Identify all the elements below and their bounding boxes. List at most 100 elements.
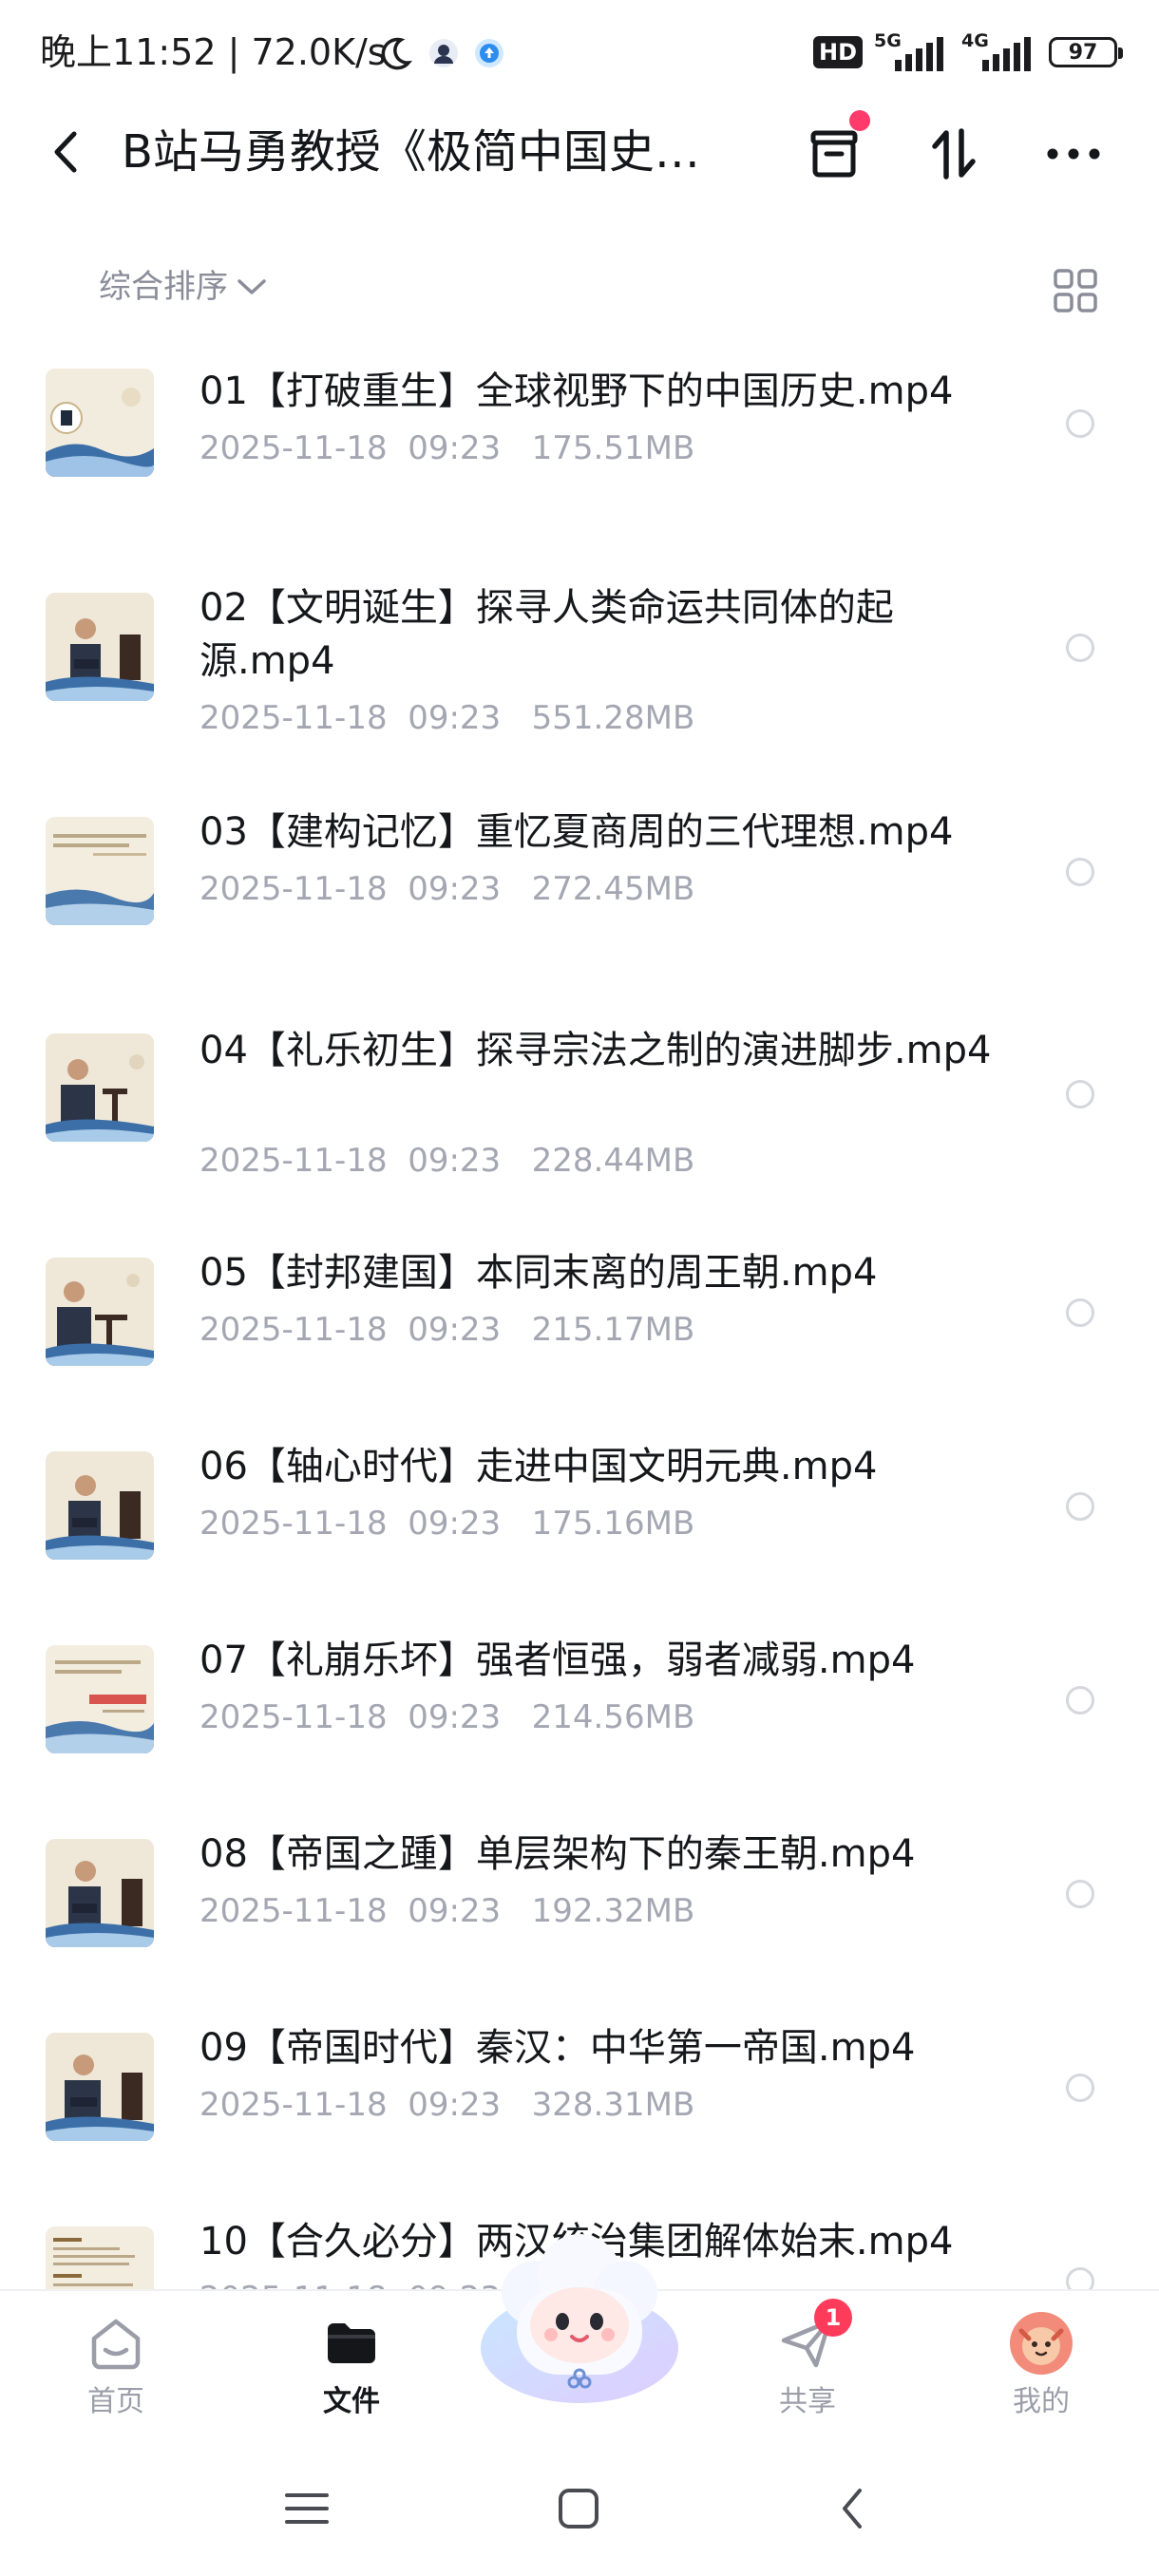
- file-size: 175.16MB: [531, 1505, 695, 1543]
- file-meta: 2025-11-18 09:23 175.16MB: [200, 1503, 694, 1544]
- file-row[interactable]: 06【轴心时代】走进中国文明元典.mp4 2025-11-18 09:23 17…: [0, 1438, 1159, 1632]
- video-thumbnail: [46, 1033, 154, 1142]
- select-radio[interactable]: [1066, 1686, 1094, 1714]
- video-thumbnail: [46, 1839, 154, 1947]
- home-icon: [91, 2319, 141, 2370]
- archive-button[interactable]: [802, 110, 870, 186]
- file-row[interactable]: 03【建构记忆】重忆夏商周的三代理想.mp4 2025-11-18 09:23 …: [0, 800, 1159, 995]
- select-radio[interactable]: [1066, 858, 1094, 886]
- app-notification-icon: [429, 39, 458, 67]
- folder-icon: [328, 2323, 375, 2363]
- file-size: 192.32MB: [531, 1892, 695, 1930]
- file-date: 2025-11-18 09:23: [200, 2086, 502, 2124]
- signal-bars-icon: [895, 37, 943, 71]
- file-name: 06【轴心时代】走进中国文明元典.mp4: [200, 1445, 878, 1488]
- chevron-left-icon: [54, 131, 77, 173]
- sort-bar: 综合排序: [0, 256, 1159, 323]
- nav-share-label: 共享: [779, 2385, 836, 2418]
- nav-share[interactable]: 1 共享: [741, 2299, 874, 2434]
- back-button[interactable]: [38, 123, 95, 180]
- file-list: 01【打破重生】全球视野下的中国历史.mp4 2025-11-18 09:23 …: [0, 351, 1159, 2289]
- select-radio[interactable]: [1066, 409, 1094, 438]
- file-row[interactable]: 09【帝国时代】秦汉：中华第一帝国.mp4 2025-11-18 09:23 3…: [0, 2019, 1159, 2213]
- file-meta: 2025-11-18 09:23 551.28MB: [200, 697, 694, 739]
- file-row[interactable]: 01【打破重生】全球视野下的中国历史.mp4 2025-11-18 09:23 …: [0, 351, 1159, 551]
- video-thumbnail: [46, 2033, 154, 2141]
- file-date: 2025-11-18 09:23: [200, 1698, 502, 1736]
- chevron-left-icon: [843, 2489, 862, 2529]
- nav-files[interactable]: 文件: [285, 2310, 418, 2434]
- file-date: 2025-11-18 09:23: [200, 1142, 502, 1180]
- file-name: 07【礼崩乐坏】强者恒强，弱者减弱.mp4: [200, 1638, 916, 1682]
- grid-view-icon: [1054, 269, 1097, 313]
- file-date: 2025-11-18 09:23: [200, 429, 502, 467]
- select-radio[interactable]: [1066, 1080, 1094, 1108]
- nav-home-label: 首页: [87, 2385, 144, 2418]
- file-size: 214.56MB: [531, 1698, 695, 1736]
- sort-dropdown[interactable]: 综合排序: [99, 266, 268, 308]
- file-row[interactable]: 02【文明诞生】探寻人类命运共同体的起源.mp4 2025-11-18 09:2…: [0, 551, 1159, 800]
- file-name: 01【打破重生】全球视野下的中国历史.mp4: [200, 369, 954, 413]
- select-radio[interactable]: [1066, 634, 1094, 662]
- chevron-down-icon: [238, 279, 266, 294]
- file-row[interactable]: 08【帝国之踵】单层架构下的秦王朝.mp4 2025-11-18 09:23 1…: [0, 1826, 1159, 2019]
- system-nav-bar: [0, 2441, 1159, 2576]
- file-row[interactable]: 05【封邦建国】本同末离的周王朝.mp4 2025-11-18 09:23 21…: [0, 1244, 1159, 1438]
- file-date: 2025-11-18 09:23: [200, 1505, 502, 1543]
- video-thumbnail: [46, 2226, 154, 2289]
- file-meta: 2025-11-18 09:23 272.45MB: [200, 868, 694, 910]
- sort-label: 综合排序: [99, 268, 228, 306]
- file-meta: 2025-11-18 09:23 214.56MB: [200, 1696, 694, 1738]
- share-badge: 1: [814, 2299, 852, 2337]
- file-size: 215.17MB: [531, 1311, 695, 1349]
- file-date: 2025-11-18 09:23: [200, 2280, 501, 2289]
- nav-mine[interactable]: 我的: [975, 2310, 1108, 2434]
- system-home-button[interactable]: [545, 2475, 612, 2542]
- grid-view-toggle[interactable]: [1049, 264, 1102, 317]
- select-radio[interactable]: [1066, 1492, 1094, 1521]
- cloud-mascot-icon: [481, 2234, 678, 2403]
- file-meta: 2025-11-18 09:23 228.44MB: [200, 1140, 694, 1182]
- signal-bars-icon: [982, 37, 1031, 71]
- video-thumbnail: [46, 369, 154, 477]
- page-title: B站马勇教授《极简中国史…: [122, 125, 700, 179]
- file-meta: 2025-11-18 09:23 215.17MB: [200, 1309, 694, 1351]
- file-meta: 2025-11-18 09:23 192.32MB: [200, 1890, 694, 1932]
- transfer-button[interactable]: [922, 122, 986, 186]
- select-radio[interactable]: [1066, 2267, 1094, 2289]
- video-thumbnail: [46, 817, 154, 925]
- file-name: 08【帝国之踵】单层架构下的秦王朝.mp4: [200, 1832, 916, 1876]
- file-size: 228.44MB: [531, 1142, 695, 1180]
- system-menu-button[interactable]: [274, 2475, 340, 2542]
- file-date: 2025-11-18 09:23: [200, 870, 502, 908]
- title-bar: B站马勇教授《极简中国史…: [0, 104, 1159, 199]
- file-meta: 2025-11-18 09:23 328.31MB: [200, 2084, 694, 2126]
- hd-badge: HD: [812, 36, 863, 68]
- assistant-mascot-button[interactable]: [475, 2223, 684, 2413]
- file-name: 03【建构记忆】重忆夏商周的三代理想.mp4: [200, 810, 954, 854]
- signal-4g: 4G: [961, 31, 1037, 73]
- menu-lines-icon: [285, 2493, 329, 2524]
- status-icons-left: [376, 32, 505, 74]
- status-time: 晚上11:52 | 72.0K/s: [40, 31, 387, 73]
- file-name: 05【封邦建国】本同末离的周王朝.mp4: [200, 1251, 878, 1295]
- file-date: 2025-11-18 09:23: [200, 1311, 502, 1349]
- file-name: 09【帝国时代】秦汉：中华第一帝国.mp4: [200, 2026, 916, 2070]
- select-radio[interactable]: [1066, 2074, 1094, 2102]
- battery-indicator: 97: [1049, 37, 1123, 67]
- system-back-button[interactable]: [819, 2475, 885, 2542]
- app-screen: 晚上11:52 | 72.0K/s HD 5G 4G 97 B站马勇教授《极简中…: [0, 0, 1159, 2576]
- file-date: 2025-11-18 09:23: [200, 699, 502, 737]
- nav-home[interactable]: 首页: [49, 2310, 182, 2434]
- square-home-icon: [559, 2489, 598, 2529]
- avatar-icon: [1010, 2312, 1073, 2375]
- select-radio[interactable]: [1066, 1298, 1094, 1327]
- more-button[interactable]: [1041, 122, 1106, 186]
- file-meta: 2025-11-18 09:23 175.51MB: [200, 427, 694, 469]
- file-size: 175.51MB: [531, 429, 695, 467]
- file-size: 551.28MB: [531, 699, 695, 737]
- select-radio[interactable]: [1066, 1880, 1094, 1908]
- file-row[interactable]: 07【礼崩乐坏】强者恒强，弱者减弱.mp4 2025-11-18 09:23 2…: [0, 1632, 1159, 1826]
- nav-files-label: 文件: [323, 2385, 380, 2418]
- file-row[interactable]: 04【礼乐初生】探寻宗法之制的演进脚步.mp4 2025-11-18 09:23…: [0, 995, 1159, 1244]
